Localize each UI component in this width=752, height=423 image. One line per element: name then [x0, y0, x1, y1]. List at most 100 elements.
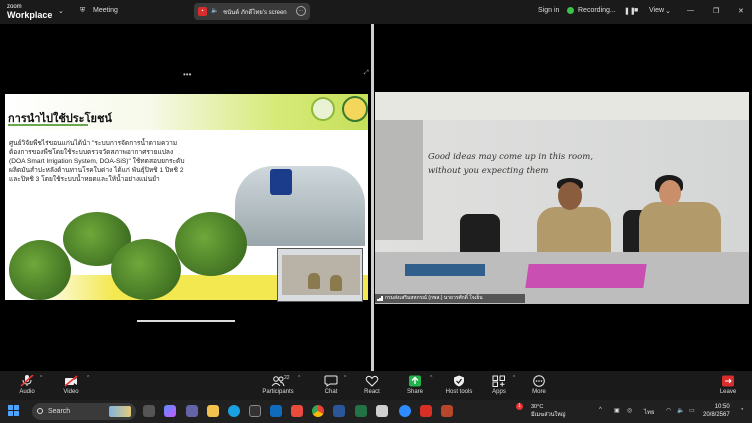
apps-caret-icon[interactable]: ^	[513, 375, 515, 381]
battery-icon[interactable]: ▭	[689, 407, 695, 414]
windows-taskbar: Search 1 30°C มีเมฆส่วนใหญ่ ^ ▣ ◎ ไทย ◠ …	[0, 400, 752, 423]
share-caret-icon[interactable]: ^	[430, 375, 432, 381]
leave-icon	[721, 375, 735, 387]
view-menu[interactable]: View	[649, 7, 664, 14]
windows-start-icon[interactable]	[8, 405, 20, 417]
split-view-divider[interactable]	[371, 24, 374, 371]
connection-signal-icon	[377, 296, 383, 301]
edge-icon[interactable]	[228, 405, 240, 417]
share-stop-icon[interactable]: ▪	[198, 7, 207, 16]
more-icon	[532, 375, 546, 387]
greenhouse-photo	[235, 166, 365, 246]
react-label: React	[364, 389, 380, 395]
panel-options-icon[interactable]: •••	[183, 70, 191, 79]
host-tools-label: Host tools	[445, 389, 473, 395]
teams-icon[interactable]	[186, 405, 198, 417]
shield-check-icon	[452, 375, 466, 387]
weather-widget[interactable]: 1 30°C มีเมฆส่วนใหญ่	[516, 403, 566, 419]
store-icon[interactable]	[249, 405, 261, 417]
task-view-icon[interactable]	[143, 405, 155, 417]
chat-button[interactable]: Chat	[308, 372, 354, 395]
pink-folder	[525, 264, 647, 288]
participant-2-head	[659, 180, 681, 206]
heart-icon	[365, 375, 379, 387]
outlook-icon[interactable]	[270, 405, 282, 417]
word-icon[interactable]	[333, 405, 345, 417]
view-chevron-icon[interactable]: ⌄	[665, 7, 671, 15]
leave-button[interactable]: Leave	[705, 372, 751, 395]
water-tank-photo	[270, 169, 292, 195]
share-screen-icon	[408, 375, 422, 387]
meeting-label: Meeting	[93, 7, 118, 14]
close-icon[interactable]: ✕	[738, 7, 744, 15]
cassava-photo-1	[9, 240, 71, 300]
cassava-photo-3	[111, 239, 181, 300]
screen-share-indicator[interactable]: ▪ 🔈 ชนันต์ ภักดีไทย's screen ···	[194, 3, 310, 20]
audio-label: Audio	[19, 389, 35, 395]
slide-body-text: ศูนย์วิจัยพืชไร่ขอนแก่นได้นำ "ระบบการจัด…	[9, 140, 185, 184]
taskbar-search[interactable]: Search	[32, 403, 136, 420]
excel-icon[interactable]	[355, 405, 367, 417]
chrome-icon[interactable]	[312, 405, 324, 417]
search-icon	[37, 408, 43, 414]
react-button[interactable]: React	[349, 372, 395, 395]
more-button[interactable]: More	[516, 372, 562, 395]
audio-button[interactable]: Audio	[4, 372, 50, 395]
weather-temp: 30°C	[531, 404, 544, 410]
participants-button[interactable]: Participants	[253, 372, 303, 395]
participants-icon	[271, 375, 285, 387]
muted-mic-icon	[20, 374, 34, 387]
panel-resize-handle[interactable]	[137, 320, 235, 322]
notification-bell-icon[interactable]: ◔	[740, 407, 744, 413]
more-label: More	[532, 389, 546, 395]
chat-caret-icon[interactable]: ^	[344, 375, 346, 381]
recording-dot-icon	[567, 7, 574, 14]
audio-options-caret-icon[interactable]: ^	[40, 375, 42, 381]
wifi-icon[interactable]: ◠	[666, 407, 671, 414]
participants-caret-icon[interactable]: ^	[298, 375, 300, 381]
sign-in-link[interactable]: Sign in	[538, 7, 559, 14]
more-options-icon[interactable]: ···	[296, 6, 306, 16]
system-clock[interactable]: 10:50 20/8/2567	[703, 403, 730, 419]
participants-label: Participants	[262, 389, 294, 395]
logo-line2: Workplace	[7, 10, 53, 20]
chevron-down-icon[interactable]: ⌄	[58, 7, 64, 15]
participant-name-tag: กรมส่งเสริมสหกรณ์ (กพส.) นายวรศักดิ์ ใจเ…	[375, 294, 525, 303]
thumbnail-room	[282, 255, 360, 295]
weather-badge: 1	[516, 403, 523, 410]
show-hidden-icons-icon[interactable]: ^	[599, 407, 602, 413]
tray-app-icon[interactable]: ▣	[614, 407, 620, 414]
acrobat-icon[interactable]	[420, 405, 432, 417]
weather-desc: มีเมฆส่วนใหญ่	[531, 412, 566, 418]
clock-date: 20/8/2567	[703, 412, 730, 418]
wall-quote-line2: without you expecting them	[428, 166, 549, 176]
speaker-thumbnail[interactable]	[277, 248, 363, 302]
expand-icon[interactable]: ⤢	[364, 70, 369, 77]
clock-time: 10:50	[714, 404, 730, 410]
notepad-icon[interactable]	[376, 405, 388, 417]
stop-recording-icon[interactable]: ■	[634, 7, 638, 14]
video-options-caret-icon[interactable]: ^	[87, 375, 89, 381]
file-explorer-icon[interactable]	[207, 405, 219, 417]
language-indicator[interactable]: ไทย	[644, 407, 655, 417]
ceiling	[375, 92, 749, 120]
video-label: Video	[63, 389, 79, 395]
restore-icon[interactable]: ❐	[713, 7, 719, 15]
participant-1-head	[558, 182, 582, 210]
minimize-icon[interactable]: —	[687, 7, 694, 14]
volume-icon[interactable]: 🔈	[677, 407, 684, 414]
app-icon[interactable]	[291, 405, 303, 417]
zoom-logo: zoom Workplace	[7, 3, 53, 20]
apps-icon	[492, 375, 506, 387]
zoom-icon[interactable]	[399, 405, 411, 417]
wall-quote-line1: Good ideas may come up in this room,	[428, 152, 594, 162]
copilot-icon[interactable]	[164, 405, 176, 417]
thumbnail-person-2	[330, 275, 342, 291]
powerpoint-icon[interactable]	[441, 405, 453, 417]
shield-icon[interactable]: ⛨	[80, 7, 85, 15]
participant-video[interactable]: Good ideas may come up in this room, wit…	[375, 92, 749, 304]
cassava-photo-4	[175, 212, 247, 276]
recording-status[interactable]	[567, 7, 574, 15]
tray-chat-icon[interactable]: ◎	[627, 407, 632, 414]
side-wall	[375, 120, 423, 240]
